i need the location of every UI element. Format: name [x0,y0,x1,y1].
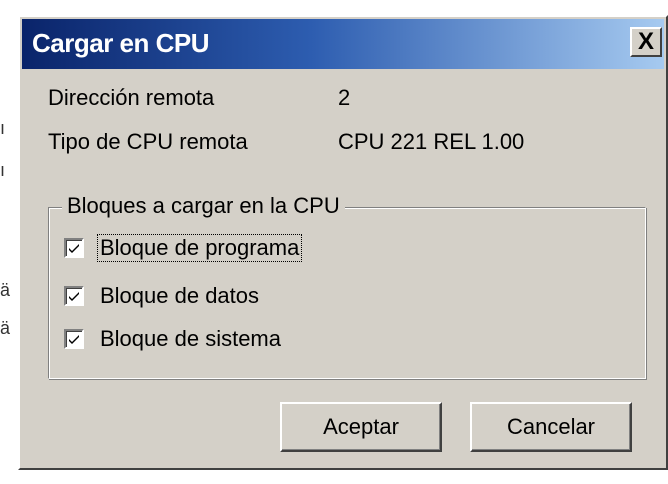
remote-address-label: Dirección remota [48,85,215,110]
close-icon: X [637,28,654,55]
accept-button[interactable]: Aceptar [280,402,442,452]
background-fragment: ı [0,160,6,180]
checkbox-box[interactable] [64,329,84,349]
checkbox-program-block[interactable]: Bloque de programa [64,233,303,263]
checkmark-icon [69,335,79,344]
background-fragment: ä [0,318,11,338]
remote-cpu-type-value: CPU 221 REL 1.00 [338,129,525,154]
blocks-groupbox-legend: Bloques a cargar en la CPU [62,193,345,219]
remote-cpu-type-label: Tipo de CPU remota [48,129,248,154]
checkbox-box[interactable] [64,238,84,258]
checkbox-system-block-label[interactable]: Bloque de sistema [98,326,283,352]
cancel-button[interactable]: Cancelar [470,402,632,452]
close-button[interactable]: X [630,27,662,57]
load-to-cpu-dialog: Cargar en CPU X Dirección remota 2 Tipo … [18,15,668,470]
checkbox-system-block[interactable]: Bloque de sistema [64,324,283,354]
checkmark-icon [69,244,79,253]
background-fragment: ı [0,118,6,138]
checkbox-data-block[interactable]: Bloque de datos [64,281,261,311]
checkmark-icon [69,292,79,301]
dialog-title: Cargar en CPU [32,28,210,58]
checkbox-program-block-label[interactable]: Bloque de programa [96,234,303,262]
checkbox-box[interactable] [64,286,84,306]
checkbox-data-block-label[interactable]: Bloque de datos [98,283,261,309]
title-bar[interactable]: Cargar en CPU X [22,19,664,69]
background-fragment: ä [0,280,11,300]
remote-address-value: 2 [338,85,351,110]
